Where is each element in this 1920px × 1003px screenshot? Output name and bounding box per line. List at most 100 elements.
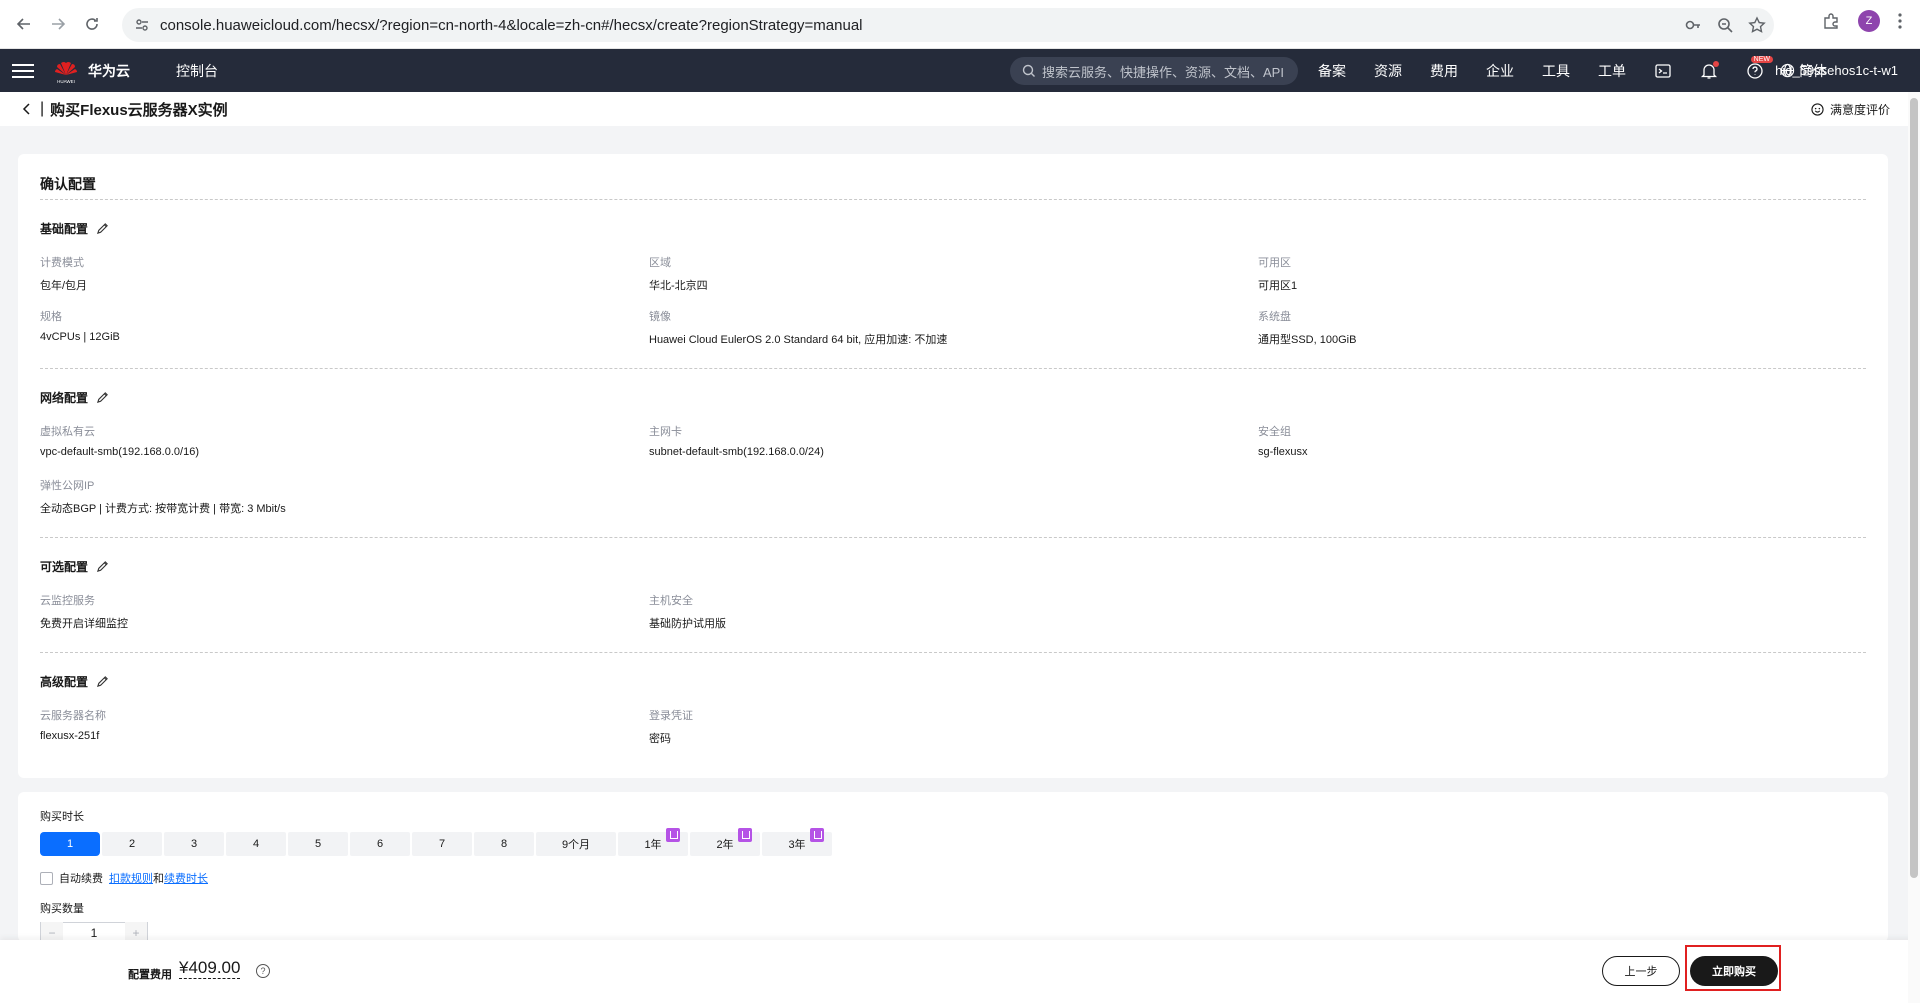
global-search-input[interactable]: 搜索云服务、快捷操作、资源、文档、API: [1010, 57, 1298, 85]
url-text[interactable]: console.huaweicloud.com/hecsx/?region=cn…: [160, 17, 863, 34]
fee-value[interactable]: ¥409.00: [179, 958, 241, 979]
duration-label: 购买时长: [40, 811, 84, 823]
scrollbar-thumb[interactable]: [1910, 98, 1918, 878]
buy-button-highlight-box: [1685, 945, 1781, 991]
bookmark-star-icon[interactable]: [1748, 16, 1766, 34]
hamburger-menu-icon[interactable]: [12, 63, 34, 78]
az-item: 可用区 可用区1: [1258, 254, 1297, 293]
item-value: flexusx-251f: [40, 730, 100, 742]
item-label: 主机安全: [649, 595, 693, 607]
renewal-period-link[interactable]: 续费时长: [164, 873, 208, 885]
network-config-title: 网络配置: [40, 391, 89, 405]
primary-nic-item: 主网卡 subnet-default-smb(192.168.0.0/24): [649, 423, 824, 458]
vpc-item: 虚拟私有云 vpc-default-smb(192.168.0.0/16): [40, 423, 199, 458]
menu-beian[interactable]: 备案: [1318, 61, 1346, 81]
item-value: 可用区1: [1258, 280, 1298, 292]
back-arrow-icon[interactable]: [10, 10, 38, 38]
duration-selector: 1 2 3 4 5 6 7 8 9个月 1年 2年 3年: [40, 828, 832, 856]
extensions-icon[interactable]: [1822, 12, 1840, 30]
edit-pencil-icon[interactable]: [96, 675, 109, 688]
duration-option-6[interactable]: 6: [350, 832, 410, 856]
feedback-label: 满意度评价: [1829, 102, 1890, 117]
item-value: 包年/包月: [40, 280, 88, 292]
page-scrollbar[interactable]: [1908, 92, 1920, 1003]
duration-option-2-years[interactable]: 2年: [690, 828, 760, 856]
previous-step-button[interactable]: 上一步: [1602, 956, 1680, 986]
item-value: Huawei Cloud EulerOS 2.0 Standard 64 bit…: [649, 334, 948, 346]
huawei-logo-icon: HUAWEI: [55, 61, 77, 84]
forward-arrow-icon[interactable]: [44, 10, 72, 38]
reload-icon[interactable]: [78, 10, 106, 38]
logo-text: 华为云: [88, 62, 130, 79]
menu-billing[interactable]: 费用: [1430, 61, 1458, 81]
eip-item: 弹性公网IP 全动态BGP | 计费方式: 按带宽计费 | 带宽: 3 Mbit…: [40, 477, 286, 516]
huawei-cloud-logo[interactable]: HUAWEI 华为云: [52, 57, 130, 85]
flavor-item: 规格 4vCPUs | 12GiB: [40, 308, 120, 343]
item-label: 登录凭证: [649, 710, 693, 722]
item-label: 计费模式: [40, 257, 84, 269]
item-label: 可用区: [1258, 257, 1291, 269]
duration-option-3[interactable]: 3: [164, 832, 224, 856]
back-icon[interactable]: [20, 102, 34, 116]
duration-option-7[interactable]: 7: [412, 832, 472, 856]
item-label: 规格: [40, 311, 62, 323]
region-item: 区域 华北-北京四: [649, 254, 708, 293]
browser-menu-icon[interactable]: [1898, 13, 1902, 29]
confirm-config-title: 确认配置: [40, 176, 96, 192]
cloud-shell-icon[interactable]: [1654, 62, 1672, 80]
basic-config-title: 基础配置: [40, 222, 89, 236]
security-group-item: 安全组 sg-flexusx: [1258, 423, 1308, 458]
divider: [40, 537, 1866, 538]
duration-option-2[interactable]: 2: [102, 832, 162, 856]
menu-enterprise[interactable]: 企业: [1486, 61, 1514, 81]
image-item: 镜像 Huawei Cloud EulerOS 2.0 Standard 64 …: [649, 308, 947, 347]
optional-config-title: 可选配置: [40, 560, 89, 574]
title-divider: |: [40, 100, 45, 117]
duration-option-1-year[interactable]: 1年: [618, 828, 688, 856]
basic-config-section: 基础配置: [40, 220, 109, 237]
duration-option-8[interactable]: 8: [474, 832, 534, 856]
zoom-icon[interactable]: [1716, 16, 1734, 34]
search-placeholder: 搜索云服务、快捷操作、资源、文档、API: [1042, 64, 1284, 80]
item-value: 通用型SSD, 100GiB: [1258, 334, 1357, 346]
search-icon: [1022, 64, 1035, 77]
and-text: 和: [153, 873, 164, 885]
quantity-input[interactable]: 1: [63, 926, 125, 940]
duration-option-4[interactable]: 4: [226, 832, 286, 856]
menu-tools[interactable]: 工具: [1542, 61, 1570, 81]
page-title: 购买Flexus云服务器X实例: [50, 101, 228, 119]
item-value: vpc-default-smb(192.168.0.0/16): [40, 446, 199, 458]
item-label: 系统盘: [1258, 311, 1291, 323]
advanced-config-title: 高级配置: [40, 675, 89, 689]
notification-dot: [1713, 60, 1719, 67]
menu-tickets[interactable]: 工单: [1598, 61, 1626, 81]
edit-pencil-icon[interactable]: [96, 391, 109, 404]
duration-option-3-years[interactable]: 3年: [762, 828, 832, 856]
duration-label-text: 1年: [644, 839, 662, 851]
help-icon[interactable]: NEW: [1746, 55, 1773, 80]
edit-pencil-icon[interactable]: [96, 560, 109, 573]
feedback-link[interactable]: 满意度评价: [1811, 92, 1890, 126]
console-link[interactable]: 控制台: [176, 61, 218, 81]
user-account-name[interactable]: hid_59ssehos1c-t-w1: [1775, 49, 1898, 92]
order-footer-bar: 配置费用 ¥409.00 ? 上一步 立即购买: [0, 940, 1920, 1003]
menu-resources[interactable]: 资源: [1374, 61, 1402, 81]
site-settings-icon[interactable]: [134, 17, 150, 33]
notification-bell-icon[interactable]: [1700, 60, 1719, 80]
address-bar[interactable]: console.huaweicloud.com/hecsx/?region=cn…: [122, 8, 1774, 42]
deduction-rule-link[interactable]: 扣款规则: [109, 873, 153, 885]
item-value: 基础防护试用版: [649, 618, 726, 630]
item-label: 区域: [649, 257, 671, 269]
item-value: 密码: [649, 733, 671, 745]
profile-avatar[interactable]: Z: [1858, 10, 1880, 32]
duration-option-9-months[interactable]: 9个月: [536, 832, 616, 856]
password-key-icon[interactable]: [1684, 16, 1702, 34]
fee-help-icon[interactable]: ?: [256, 964, 270, 978]
edit-pencil-icon[interactable]: [96, 222, 109, 235]
auto-renew-checkbox[interactable]: [40, 871, 53, 885]
divider: [40, 652, 1866, 653]
duration-option-1[interactable]: 1: [40, 832, 100, 856]
duration-option-5[interactable]: 5: [288, 832, 348, 856]
host-security-item: 主机安全 基础防护试用版: [649, 592, 726, 631]
confirm-config-card: 确认配置 基础配置 计费模式 包年/包月 区域 华北-北京四 可用区 可用区1 …: [18, 154, 1888, 778]
